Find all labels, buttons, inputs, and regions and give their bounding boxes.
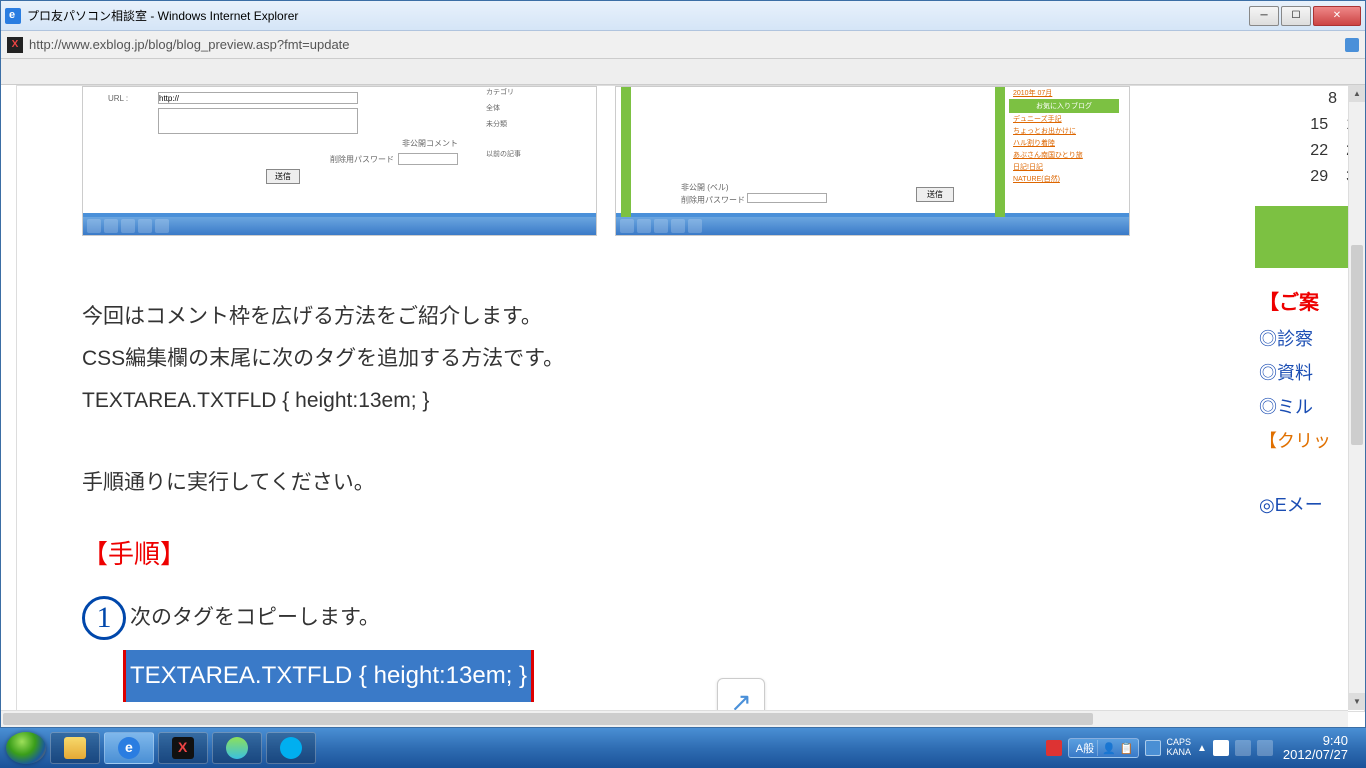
shot2-archive: 2010年 07月 (1009, 87, 1119, 99)
shot2-link: NATURE(自然) (1009, 173, 1119, 185)
shot1-side-miscat: 未分類 (486, 119, 586, 129)
site-icon (7, 37, 23, 53)
taskbar-skype-button[interactable] (266, 732, 316, 764)
tray-help-icon[interactable] (1145, 740, 1161, 756)
shot2-greenbar-right (995, 87, 1005, 217)
shot1-url-input (158, 92, 358, 104)
taskbar-explorer-button[interactable] (50, 732, 100, 764)
shot1-url-label: URL : (108, 94, 158, 103)
folder-icon (64, 737, 86, 759)
shot1-checkbox-label: 非公開コメント (402, 138, 458, 149)
step-1: 1 次のタグをコピーします。 (82, 596, 1364, 640)
vertical-scrollbar[interactable]: ▲ ▼ (1348, 85, 1365, 710)
step-1-number-icon: 1 (82, 596, 126, 640)
taskbar-app-button[interactable] (158, 732, 208, 764)
shot2-greenbar-left (621, 87, 631, 217)
screenshot-1: URL : 非公開コメント 削除用パスワード (82, 86, 597, 236)
article-p4: 手順通りに実行してください。 (82, 462, 1364, 504)
start-button[interactable] (6, 732, 46, 764)
msn-icon (226, 737, 248, 759)
page: URL : 非公開コメント 削除用パスワード (16, 85, 1365, 712)
ime-mode[interactable]: A般 (1073, 740, 1098, 756)
shot2-pass-label: 削除用パスワード (681, 196, 745, 205)
css-code-highlight[interactable]: TEXTAREA.TXTFLD { height:13em; } (126, 650, 531, 702)
rss-icon[interactable] (1345, 38, 1359, 52)
screenshot-2: 非公開 (ベル) 削除用パスワード 送信 2010年 07月 お気に入りブログ … (615, 86, 1130, 236)
shot2-pass-input (747, 193, 827, 203)
systray: A般 👤 📋 CAPS KANA ▲ 9:40 2012/07/27 (1046, 734, 1360, 763)
shot1-side-prev: 以前の記事 (486, 149, 586, 159)
ime-tool-icon[interactable]: 👤 (1102, 742, 1116, 755)
shot2-tracker-head: お気に入りブログ (1009, 99, 1119, 113)
tray-network-icon[interactable] (1235, 740, 1251, 756)
vscroll-thumb[interactable] (1351, 245, 1363, 445)
tray-flag-icon[interactable] (1213, 740, 1229, 756)
taskbar-clock[interactable]: 9:40 2012/07/27 (1279, 734, 1352, 763)
article-body: 今回はコメント枠を広げる方法をご紹介します。 CSS編集欄の末尾に次のタグを追加… (17, 236, 1364, 702)
shot1-taskbar (83, 217, 596, 235)
shot1-submit-button: 送信 (266, 169, 300, 184)
shot2-link: デュニーズ手記 (1009, 113, 1119, 125)
content-area: URL : 非公開コメント 削除用パスワード (1, 85, 1365, 727)
window-title: プロ友パソコン相談室 - Windows Internet Explorer (27, 7, 1249, 24)
x-app-icon (172, 737, 194, 759)
scroll-up-icon[interactable]: ▲ (1349, 85, 1365, 102)
ime-status: CAPS KANA (1167, 738, 1192, 758)
tray-volume-icon[interactable] (1257, 740, 1273, 756)
ime-pad-icon[interactable]: 📋 (1120, 742, 1134, 755)
minimize-button[interactable]: ─ (1249, 6, 1279, 26)
maximize-button[interactable]: ☐ (1281, 6, 1311, 26)
window-controls: ─ ☐ ✕ (1249, 6, 1361, 26)
article-p3: TEXTAREA.TXTFLD { height:13em; } (82, 380, 1364, 422)
browser-window: プロ友パソコン相談室 - Windows Internet Explorer ─… (0, 0, 1366, 728)
shot2-private-label: 非公開 (ベル) (681, 182, 827, 193)
skype-icon (280, 737, 302, 759)
tray-chevron-icon[interactable]: ▲ (1197, 743, 1207, 754)
url-input[interactable]: http://www.exblog.jp/blog/blog_preview.a… (29, 37, 1339, 52)
ie-favicon-icon (5, 8, 21, 24)
titlebar: プロ友パソコン相談室 - Windows Internet Explorer ─… (1, 1, 1365, 31)
shot2-submit-button: 送信 (916, 187, 954, 202)
scroll-down-icon[interactable]: ▼ (1349, 693, 1365, 710)
horizontal-scrollbar[interactable] (1, 710, 1348, 727)
taskbar-ie-button[interactable] (104, 732, 154, 764)
addressbar: http://www.exblog.jp/blog/blog_preview.a… (1, 31, 1365, 59)
step-1-text: 次のタグをコピーします。 (130, 597, 380, 639)
shot1-pass-label: 削除用パスワード (330, 154, 394, 165)
ime-toolbar[interactable]: A般 👤 📋 (1068, 738, 1139, 758)
tabbar (1, 59, 1365, 85)
clock-date: 2012/07/27 (1283, 748, 1348, 762)
taskbar: A般 👤 📋 CAPS KANA ▲ 9:40 2012/07/27 (0, 728, 1366, 768)
shot1-side-cat: カテゴリ (486, 87, 586, 97)
shot2-link: ちょっとお出かけに (1009, 125, 1119, 137)
hscroll-thumb[interactable] (3, 713, 1093, 725)
taskbar-msn-button[interactable] (212, 732, 262, 764)
ie-icon (118, 737, 140, 759)
shot1-pass-input (398, 153, 458, 165)
screenshot-row: URL : 非公開コメント 削除用パスワード (17, 86, 1364, 236)
shortcut-arrow-icon: ↗ (717, 678, 765, 712)
procedure-heading: 【手順】 (82, 528, 1364, 580)
shot2-link: 日記!日記 (1009, 161, 1119, 173)
article-p2: CSS編集欄の末尾に次のタグを追加する方法です。 (82, 338, 1364, 380)
shot2-link: あぶさん南国ひとり旅 (1009, 149, 1119, 161)
clock-time: 9:40 (1283, 734, 1348, 748)
shot1-side-all: 全体 (486, 103, 586, 113)
tray-shield-icon[interactable] (1046, 740, 1062, 756)
shot2-taskbar (616, 217, 1129, 235)
shot1-textarea (158, 108, 358, 134)
close-button[interactable]: ✕ (1313, 6, 1361, 26)
shot2-link: ハル割り着陸 (1009, 137, 1119, 149)
article-p1: 今回はコメント枠を広げる方法をご紹介します。 (82, 296, 1364, 338)
